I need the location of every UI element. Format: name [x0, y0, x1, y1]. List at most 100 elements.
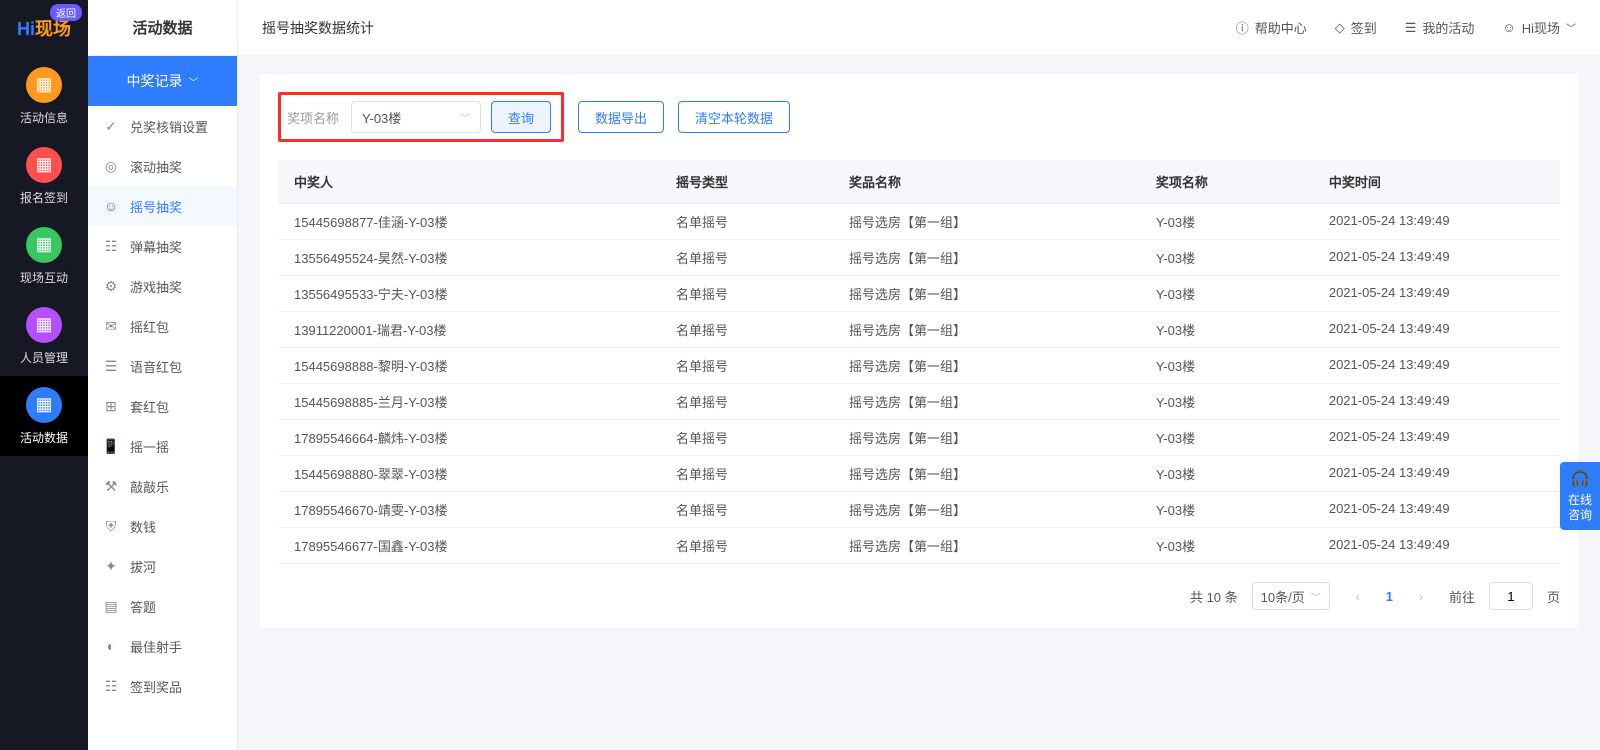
cell: 名单摇号	[660, 240, 833, 276]
cell: 名单摇号	[660, 312, 833, 348]
leftnav-icon: ▦	[26, 227, 62, 263]
cell: 2021-05-24 13:49:49	[1313, 456, 1560, 492]
record-dropdown[interactable]: 中奖记录 ﹀	[88, 56, 237, 106]
main: 摇号抽奖数据统计 ⓘ 帮助中心 ◇ 签到 ☰ 我的活动 ☺ Hi现场 ﹀	[238, 0, 1600, 750]
sidebar-item-13[interactable]: ◐ 最佳射手	[88, 626, 237, 666]
table-row: 17895546664-麟炜-Y-03楼名单摇号摇号选房【第一组】Y-03楼20…	[278, 420, 1560, 456]
cell: Y-03楼	[1140, 492, 1313, 528]
sidebar-item-label: 最佳射手	[130, 637, 182, 656]
user-menu[interactable]: ☺ Hi现场 ﹀	[1502, 18, 1576, 37]
sidebar-item-label: 答题	[130, 597, 156, 616]
cell: 15445698877-佳涵-Y-03楼	[278, 204, 660, 240]
cell: Y-03楼	[1140, 240, 1313, 276]
goto-input[interactable]	[1489, 582, 1533, 610]
cell: 名单摇号	[660, 492, 833, 528]
leftnav-label: 现场互动	[20, 269, 68, 286]
sidebar-item-icon: ☺	[102, 198, 120, 214]
sidebar-item-14[interactable]: ☷签到奖品	[88, 666, 237, 706]
cell: 名单摇号	[660, 276, 833, 312]
query-button[interactable]: 查询	[491, 101, 551, 133]
sidebar-item-7[interactable]: ⊞套红包	[88, 386, 237, 426]
leftnav-label: 活动信息	[20, 109, 68, 126]
cell: 2021-05-24 13:49:49	[1313, 384, 1560, 420]
back-badge[interactable]: 返回	[50, 4, 82, 21]
cell: 15445698888-黎明-Y-03楼	[278, 348, 660, 384]
sidebar-header: 活动数据	[88, 0, 237, 56]
sidebar-item-5[interactable]: ✉摇红包	[88, 306, 237, 346]
cell: 名单摇号	[660, 384, 833, 420]
next-page-button[interactable]: ›	[1407, 582, 1435, 610]
col-header-3: 奖项名称	[1140, 160, 1313, 204]
table-row: 15445698885-兰月-Y-03楼名单摇号摇号选房【第一组】Y-03楼20…	[278, 384, 1560, 420]
left-nav: Hi现场 返回 ▦ 活动信息 ▦报名签到 ▦ 现场互动 ▦人员管理▦活动数据	[0, 0, 88, 750]
sidebar-item-6[interactable]: ☰语音红包	[88, 346, 237, 386]
table-row: 15445698888-黎明-Y-03楼名单摇号摇号选房【第一组】Y-03楼20…	[278, 348, 1560, 384]
cell: 摇号选房【第一组】	[833, 348, 1140, 384]
help-link[interactable]: ⓘ 帮助中心	[1236, 18, 1307, 37]
leftnav-item-4[interactable]: ▦活动数据	[0, 376, 88, 456]
page-title: 摇号抽奖数据统计	[262, 18, 374, 38]
cell: 摇号选房【第一组】	[833, 420, 1140, 456]
cell: Y-03楼	[1140, 276, 1313, 312]
sidebar-item-0[interactable]: ✓兑奖核销设置	[88, 106, 237, 146]
sidebar-item-1[interactable]: ◎滚动抽奖	[88, 146, 237, 186]
table-row: 17895546670-靖雯-Y-03楼名单摇号摇号选房【第一组】Y-03楼20…	[278, 492, 1560, 528]
online-consult-widget[interactable]: 🎧 在线咨询	[1560, 462, 1600, 530]
sidebar-item-label: 拔河	[130, 557, 156, 576]
sidebar-item-4[interactable]: ⚙游戏抽奖	[88, 266, 237, 306]
sidebar-item-icon: ◐	[102, 638, 120, 654]
sidebar-item-label: 签到奖品	[130, 677, 182, 696]
cell: 摇号选房【第一组】	[833, 276, 1140, 312]
leftnav-icon: ▦	[26, 67, 62, 103]
current-page[interactable]: 1	[1386, 589, 1393, 604]
sidebar-item-8[interactable]: 📱摇一摇	[88, 426, 237, 466]
cell: 名单摇号	[660, 528, 833, 564]
sidebar-item-label: 滚动抽奖	[130, 157, 182, 176]
leftnav-item-2[interactable]: ▦ 现场互动	[0, 216, 88, 296]
export-button[interactable]: 数据导出	[578, 101, 664, 133]
leftnav-item-3[interactable]: ▦人员管理	[0, 296, 88, 376]
cell: Y-03楼	[1140, 312, 1313, 348]
sidebar-item-12[interactable]: ▤答题	[88, 586, 237, 626]
table-row: 13556495533-宁夫-Y-03楼名单摇号摇号选房【第一组】Y-03楼20…	[278, 276, 1560, 312]
sidebar-item-label: 敲敲乐	[130, 477, 169, 496]
sidebar-item-11[interactable]: ✦拔河	[88, 546, 237, 586]
sidebar-item-label: 数钱	[130, 517, 156, 536]
cell: 13556495533-宁夫-Y-03楼	[278, 276, 660, 312]
pin-icon: ◇	[1335, 20, 1345, 36]
cell: 摇号选房【第一组】	[833, 312, 1140, 348]
sidebar-item-9[interactable]: ⚒敲敲乐	[88, 466, 237, 506]
checkin-link[interactable]: ◇ 签到	[1335, 18, 1377, 37]
sidebar-item-icon: ⚙	[102, 278, 120, 295]
results-table: 中奖人摇号类型奖品名称奖项名称中奖时间 15445698877-佳涵-Y-03楼…	[278, 160, 1560, 564]
col-header-4: 中奖时间	[1313, 160, 1560, 204]
sidebar-item-icon: ☷	[102, 238, 120, 255]
clear-button[interactable]: 清空本轮数据	[678, 101, 790, 133]
cell: Y-03楼	[1140, 204, 1313, 240]
leftnav-item-1[interactable]: ▦报名签到	[0, 136, 88, 216]
card: 奖项名称 Y-03楼 ﹀ 查询 数据导出 清空本轮数据 中奖人摇号类型奖品名称奖…	[260, 74, 1578, 628]
cell: Y-03楼	[1140, 456, 1313, 492]
sidebar-item-3[interactable]: ☷弹幕抽奖	[88, 226, 237, 266]
cell: 名单摇号	[660, 348, 833, 384]
table-row: 13556495524-昊然-Y-03楼名单摇号摇号选房【第一组】Y-03楼20…	[278, 240, 1560, 276]
list-icon: ☰	[1405, 20, 1417, 36]
sidebar-item-icon: ⛨	[102, 518, 120, 535]
sidebar-item-10[interactable]: ⛨ 数钱	[88, 506, 237, 546]
leftnav-item-0[interactable]: ▦ 活动信息	[0, 56, 88, 136]
prev-page-button[interactable]: ‹	[1344, 582, 1372, 610]
col-header-0: 中奖人	[278, 160, 660, 204]
cell: 摇号选房【第一组】	[833, 240, 1140, 276]
highlight-box: 奖项名称 Y-03楼 ﹀ 查询	[278, 92, 564, 142]
cell: 名单摇号	[660, 456, 833, 492]
table-row: 15445698877-佳涵-Y-03楼名单摇号摇号选房【第一组】Y-03楼20…	[278, 204, 1560, 240]
sidebar-item-2[interactable]: ☺摇号抽奖	[88, 186, 237, 226]
perpage-select[interactable]: 10条/页 ﹀	[1252, 582, 1330, 610]
my-activities-link[interactable]: ☰ 我的活动	[1405, 18, 1475, 37]
logo[interactable]: Hi现场 返回	[0, 0, 88, 56]
cell: 2021-05-24 13:49:49	[1313, 276, 1560, 312]
cell: 2021-05-24 13:49:49	[1313, 348, 1560, 384]
award-select[interactable]: Y-03楼 ﹀	[351, 101, 481, 133]
cell: 13556495524-昊然-Y-03楼	[278, 240, 660, 276]
table-row: 15445698880-翠翠-Y-03楼名单摇号摇号选房【第一组】Y-03楼20…	[278, 456, 1560, 492]
